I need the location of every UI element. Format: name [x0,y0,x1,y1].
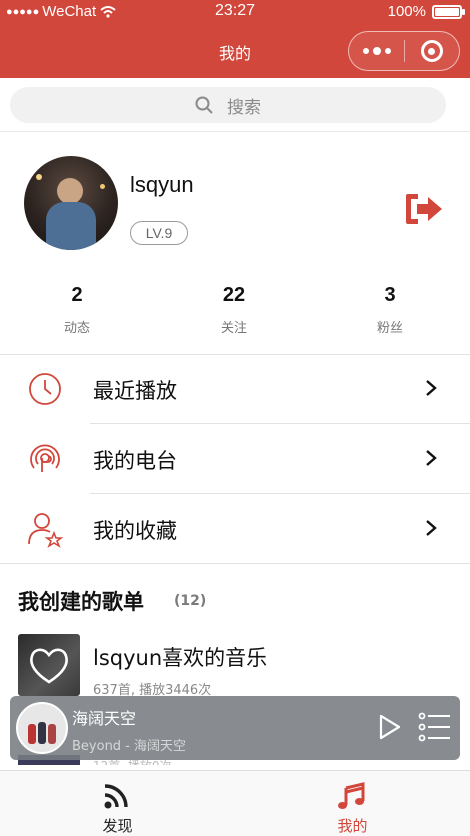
tab-mine[interactable]: 我的 [235,771,470,836]
stat-value: 2 [71,284,83,306]
heart-icon [30,648,68,684]
chevron-right-icon [426,520,437,536]
menu-label: 我的收藏 [93,519,177,543]
stat-value: 3 [384,284,396,306]
search-icon [195,96,213,114]
menu-item-my-radio[interactable]: 我的电台 [0,424,470,494]
stat-following[interactable]: 22 关注 [174,284,294,336]
play-icon[interactable] [378,713,402,741]
tab-label: 我的 [337,817,368,835]
search-area: 搜索 [0,78,470,132]
playlist-icon[interactable] [418,710,452,744]
stats-row: 2 动态 22 关注 3 粉丝 [0,284,470,344]
username[interactable]: lsqyun [130,172,194,198]
music-note-icon [338,782,365,809]
more-button[interactable] [349,47,404,55]
user-star-icon [28,513,64,548]
header-bar: ●●●●● WeChat 23:27 100% 我的 [0,0,470,78]
menu-item-my-favorites[interactable]: 我的收藏 [0,494,470,564]
avatar[interactable] [24,156,118,250]
level-badge: LV.9 [130,221,188,245]
stat-label: 动态 [63,321,90,336]
stat-followers[interactable]: 3 粉丝 [330,284,450,336]
battery-icon [432,4,465,19]
stat-label: 关注 [220,321,247,336]
close-button[interactable] [405,40,459,62]
tab-bar: 发现 我的 [0,770,470,836]
menu-label: 我的电台 [93,449,177,473]
playlist-cover[interactable] [18,634,80,696]
section-title: 我创建的歌单 [18,590,144,614]
tab-label: 发现 [102,817,133,835]
song-artist: Beyond - 海阔天空 [72,739,187,754]
close-icon [420,40,443,62]
chevron-right-icon [426,450,437,466]
search-input[interactable]: 搜索 [10,87,446,123]
logout-icon[interactable] [404,192,444,226]
playlist-name[interactable]: lsqyun喜欢的音乐 [93,642,267,672]
battery-percent: 100% [387,3,426,20]
mini-program-capsule [348,31,460,71]
search-placeholder: 搜索 [227,97,261,118]
stat-dynamics[interactable]: 2 动态 [17,284,137,336]
divider [0,563,470,564]
stat-value: 22 [222,284,246,306]
stat-label: 粉丝 [376,321,403,336]
radio-icon [30,444,60,472]
menu-label: 最近播放 [93,379,177,403]
section-count: (12) [174,593,207,609]
chevron-right-icon [426,380,437,396]
mini-player[interactable]: 海阔天空 Beyond - 海阔天空 [10,696,460,760]
clock-icon [29,373,61,405]
song-title: 海阔天空 [72,709,137,728]
menu-item-recent-play[interactable]: 最近播放 [0,354,470,424]
status-bar: ●●●●● WeChat 23:27 100% [0,0,470,24]
album-cover[interactable] [16,702,68,754]
tab-discover[interactable]: 发现 [0,771,235,836]
battery-status: 100% [387,3,465,20]
battery-fill [435,7,459,16]
rss-icon [104,784,128,809]
